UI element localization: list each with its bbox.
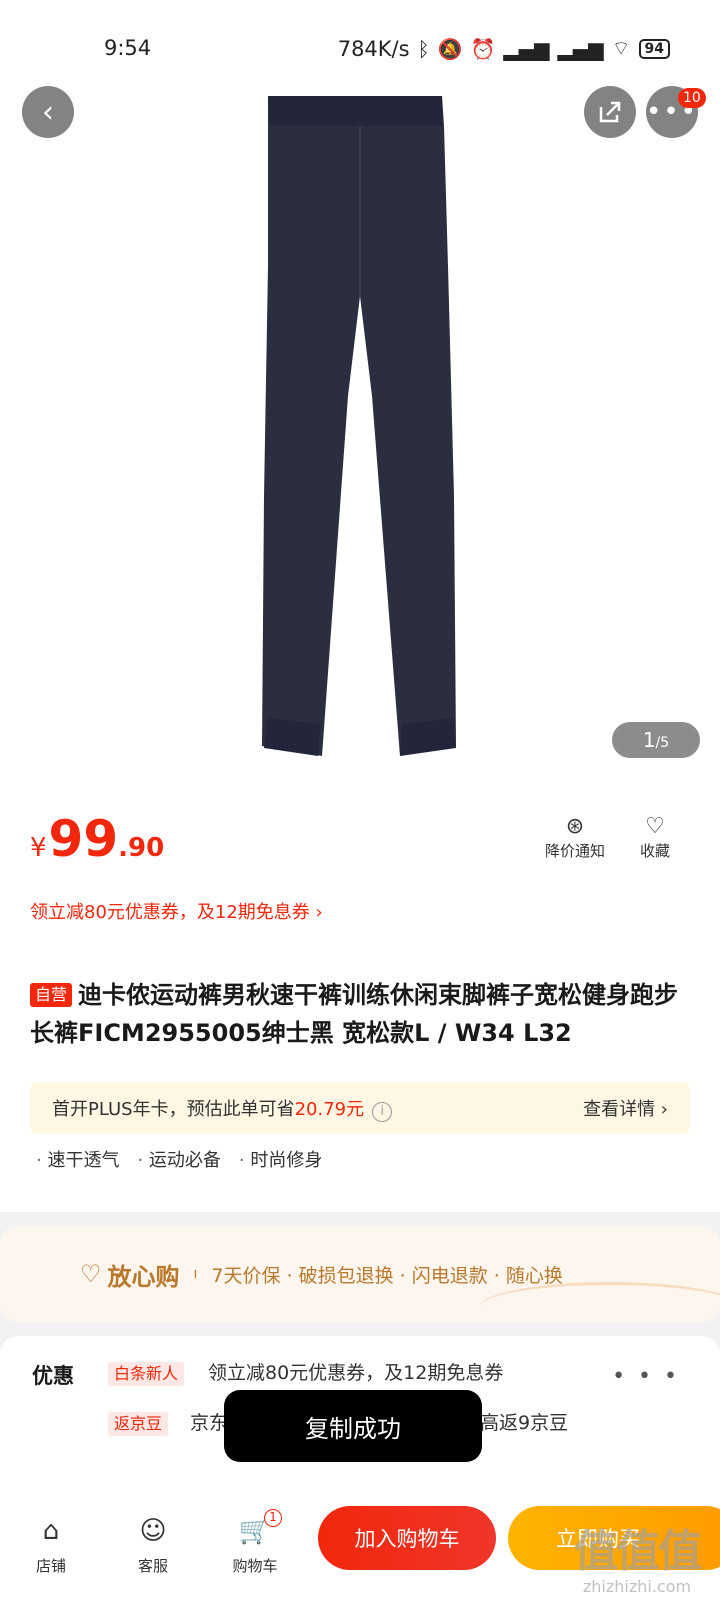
- battery-icon: 94: [638, 38, 670, 59]
- plus-banner[interactable]: 首开PLUS年卡，预估此单可省20.79元 i 查看详情 ›: [30, 1082, 690, 1134]
- feature-tag: 时尚修身: [239, 1146, 322, 1172]
- favorite-button[interactable]: ♡ 收藏: [640, 814, 670, 861]
- promo-title: 优惠: [32, 1364, 74, 1388]
- product-info-card: ¥ 99 .90 ⊛ 降价通知 ♡ 收藏 领立减80元优惠券，及12期免息券 ›…: [0, 790, 720, 1212]
- price: ¥ 99 .90: [30, 810, 165, 868]
- store-icon: ⌂: [42, 1515, 60, 1546]
- promo-text: 领立减80元优惠券，及12期免息券: [208, 1362, 504, 1384]
- add-to-cart-button[interactable]: 加入购物车: [318, 1506, 496, 1570]
- promo-text: 京东: [190, 1412, 229, 1434]
- status-time: 9:54: [104, 36, 152, 60]
- plus-saving: 20.79元: [294, 1098, 365, 1120]
- alarm-icon: ⏰: [470, 36, 496, 61]
- feature-tag: 速干透气: [36, 1146, 119, 1172]
- toast-message: 复制成功: [224, 1390, 482, 1462]
- diamond-heart-icon: ♡: [80, 1260, 102, 1288]
- wifi-icon: ⌔: [611, 36, 631, 60]
- more-icon[interactable]: • • •: [612, 1364, 680, 1389]
- assurance-banner[interactable]: ♡ 放心购 ı 7天价保 · 破损包退换 · 闪电退款 · 随心换: [0, 1226, 720, 1322]
- chat-icon: ☺: [139, 1515, 167, 1546]
- product-image[interactable]: [260, 96, 460, 766]
- assurance-items: 7天价保 · 破损包退换 · 闪电退款 · 随心换: [211, 1264, 563, 1287]
- yen-bell-icon: ⊛: [565, 814, 585, 839]
- watermark: 值值值 zhizhizhi.com: [574, 1526, 702, 1597]
- signal-icon-2: ▂▄▆: [557, 36, 604, 61]
- store-tab[interactable]: ⌂ 店铺: [0, 1511, 102, 1576]
- coupon-link[interactable]: 领立减80元优惠券，及12期免息券 ›: [30, 898, 323, 924]
- product-title: 自营 迪卡侬运动裤男秋速干裤训练休闲束脚裤子宽松健身跑步长裤FICM2955005…: [30, 981, 679, 1047]
- self-operated-badge: 自营: [30, 983, 73, 1007]
- signal-icon: ▂▄▆: [503, 36, 550, 61]
- feature-tag: 运动必备: [137, 1146, 221, 1172]
- image-page-indicator: 1/5: [612, 722, 700, 758]
- cart-icon: 🛒: [238, 1515, 272, 1546]
- service-tab[interactable]: ☺ 客服: [102, 1511, 204, 1576]
- product-gallery[interactable]: ‹ ••• 10 1/5: [0, 0, 720, 790]
- cart-tab[interactable]: 🛒 1 购物车: [204, 1508, 306, 1576]
- share-icon: [599, 101, 621, 123]
- cart-badge: 1: [264, 1508, 282, 1527]
- bottom-action-bar: ⌂ 店铺 ☺ 客服 🛒 1 购物车 加入购物车 立即购买 值值值 zhizhiz…: [0, 1486, 720, 1600]
- mute-icon: 🔕: [437, 36, 463, 61]
- promo-text-tail: 高返9京豆: [480, 1412, 569, 1434]
- network-speed: 784K/s: [337, 36, 410, 61]
- chevron-left-icon: ‹: [42, 94, 54, 130]
- promo-tag: 返京豆: [108, 1412, 169, 1436]
- feature-tags: 速干透气 运动必备 时尚修身: [36, 1146, 322, 1172]
- plus-details-link[interactable]: 查看详情 ›: [583, 1095, 668, 1121]
- info-icon[interactable]: i: [372, 1101, 393, 1122]
- price-alert-button[interactable]: ⊛ 降价通知: [545, 814, 605, 861]
- promo-tag: 白条新人: [108, 1362, 185, 1386]
- heart-icon: ♡: [645, 814, 665, 839]
- status-bar: 9:54 784K/s ᛒ 🔕 ⏰ ▂▄▆ ▂▄▆ ⌔ 94: [0, 0, 720, 96]
- bluetooth-icon: ᛒ: [417, 36, 430, 61]
